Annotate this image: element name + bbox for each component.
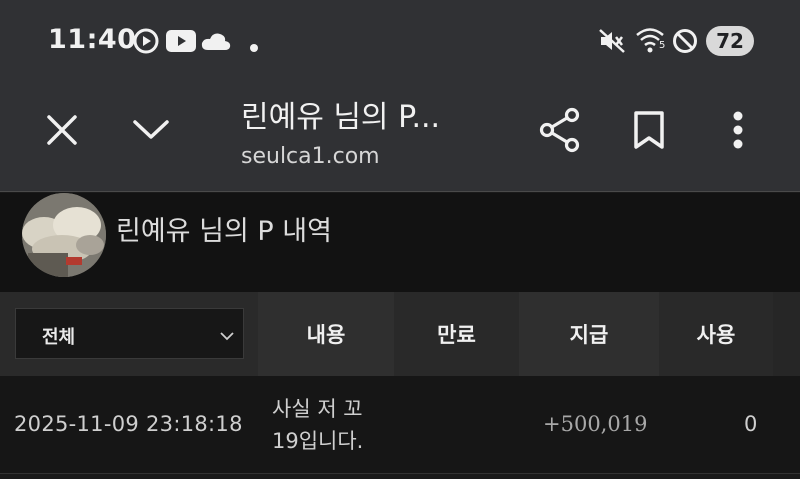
close-icon: [45, 113, 79, 151]
row-content-line: 사실 저 꼬: [272, 397, 363, 421]
table-row: 2025-11-09 23:18:18 사실 저 꼬 19입니다. +500,0…: [0, 376, 800, 474]
wifi-icon: 5: [635, 26, 669, 58]
status-bar: 11:40 5 72: [0, 0, 800, 82]
chevron-down-icon: [219, 327, 235, 346]
dnd-icon: [672, 28, 698, 58]
mute-icon: [598, 28, 626, 58]
page-url[interactable]: seulca1.com: [241, 144, 380, 169]
profile-header: 린예유 님의 P 내역: [0, 193, 800, 292]
column-header-use: 사용: [659, 292, 773, 376]
more-vertical-icon: [732, 110, 744, 154]
youtube-icon: [166, 30, 196, 56]
table-header: 전체 내용 만료 지급 사용: [0, 292, 800, 376]
column-header-extra: [773, 292, 800, 376]
filter-select-value: 전체: [42, 327, 76, 348]
media-play-icon: [133, 28, 159, 58]
filter-cell: 전체: [0, 292, 258, 376]
cloud-icon: [201, 31, 231, 55]
close-button[interactable]: [38, 108, 86, 156]
status-time: 11:40: [48, 24, 137, 55]
svg-text:5: 5: [659, 40, 665, 51]
avatar: [22, 193, 106, 277]
column-header-content: 내용: [258, 292, 394, 376]
share-button[interactable]: [536, 106, 584, 158]
chevron-down-icon: [131, 118, 171, 146]
column-header-pay: 지급: [519, 292, 659, 376]
row-use: 0: [744, 412, 758, 436]
more-options-button[interactable]: [716, 106, 760, 158]
battery-indicator: 72: [706, 26, 754, 56]
row-content-line: 19입니다.: [272, 429, 364, 453]
bookmark-icon: [632, 110, 666, 154]
filter-select[interactable]: 전체: [15, 308, 244, 359]
row-pay: +500,019: [543, 412, 648, 436]
bookmark-button[interactable]: [625, 106, 673, 158]
row-content: 사실 저 꼬 19입니다.: [272, 393, 402, 457]
profile-title: 린예유 님의 P 내역: [116, 216, 332, 247]
row-date: 2025-11-09 23:18:18: [14, 412, 243, 436]
custom-tab-toolbar: 린예유 님의 P... seulca1.com: [0, 82, 800, 192]
column-header-expire: 만료: [394, 292, 519, 376]
minimize-button[interactable]: [126, 108, 176, 156]
dot-icon: [250, 37, 258, 56]
page-title: 린예유 님의 P...: [241, 100, 441, 135]
share-icon: [538, 107, 582, 157]
